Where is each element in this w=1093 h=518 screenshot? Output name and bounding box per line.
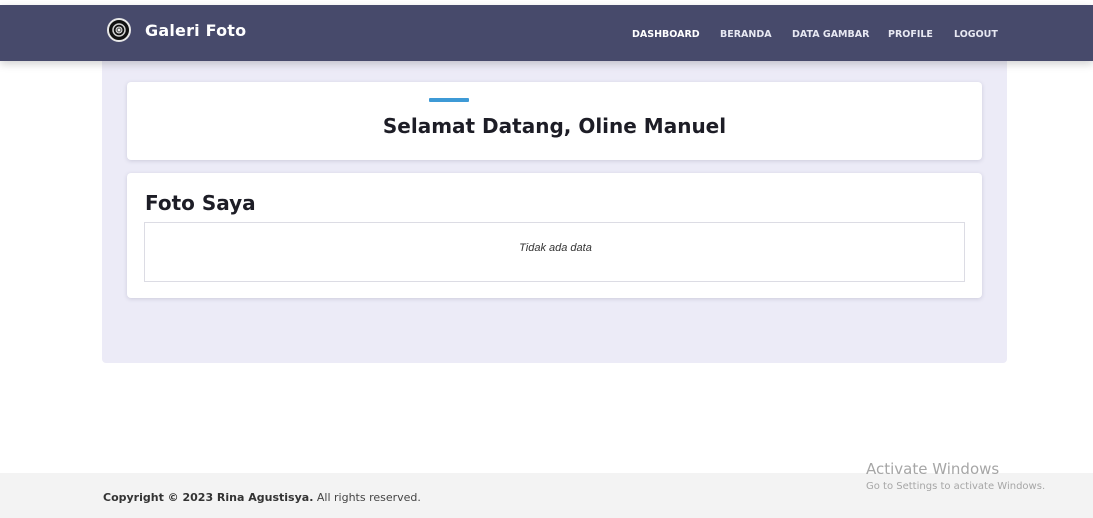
nav-beranda[interactable]: BERANDA [720, 29, 772, 40]
section-title: Foto Saya [145, 191, 256, 215]
photo-grid-empty: Tidak ada data [144, 222, 965, 282]
copyright-owner: Copyright © 2023 Rina Agustisya. [103, 491, 314, 504]
watermark-subtitle: Go to Settings to activate Windows. [866, 481, 1046, 492]
copyright-rights: All rights reserved. [316, 491, 421, 504]
main-panel: Selamat Datang, Oline Manuel Foto Saya T… [102, 61, 1007, 363]
my-photos-card: Foto Saya Tidak ada data [127, 173, 982, 298]
welcome-card: Selamat Datang, Oline Manuel [127, 82, 982, 160]
copyright: Copyright © 2023 Rina Agustisya. All rig… [103, 491, 421, 504]
nav-logout[interactable]: LOGOUT [954, 29, 998, 40]
top-navbar: Galeri Foto DASHBOARD BERANDA DATA GAMBA… [0, 5, 1093, 61]
welcome-title: Selamat Datang, Oline Manuel [382, 114, 727, 138]
nav-data-gambar[interactable]: DATA GAMBAR [792, 29, 869, 40]
empty-message: Tidak ada data [519, 242, 592, 254]
nav-menu: DASHBOARD BERANDA DATA GAMBAR PROFILE LO… [0, 29, 1093, 43]
accent-bar [429, 98, 469, 102]
nav-profile[interactable]: PROFILE [888, 29, 933, 40]
nav-dashboard[interactable]: DASHBOARD [632, 29, 700, 40]
watermark-title: Activate Windows [866, 460, 1000, 478]
windows-activation-watermark: Activate Windows Go to Settings to activ… [866, 460, 1045, 492]
